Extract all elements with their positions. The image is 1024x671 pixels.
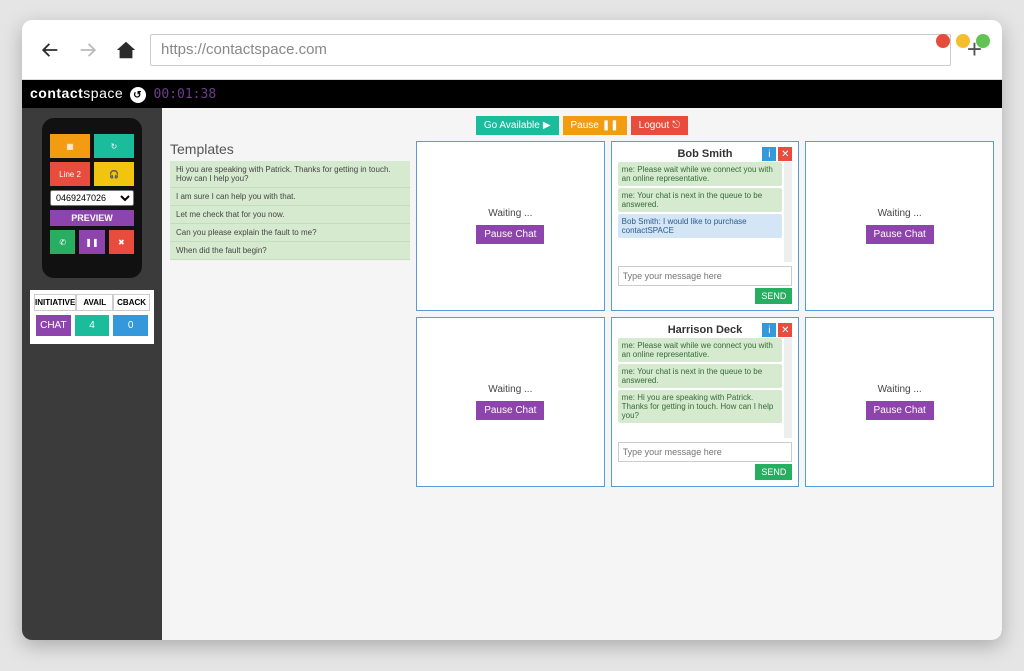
logo-badge-icon: ↺ (130, 87, 146, 103)
chat-slot-waiting: Waiting ... Pause Chat (416, 317, 605, 487)
info-icon[interactable]: i (762, 147, 776, 161)
softphone-widget: ▦ ↻ Line 2 🎧 0469247026 PREVIEW ✆ ❚❚ ✖ (42, 118, 142, 278)
chat-slot-active: Harrison Deck i✕me: Please wait while we … (611, 317, 800, 487)
chat-slot-active: Bob Smith i✕me: Please wait while we conn… (611, 141, 800, 311)
message-outgoing: me: Please wait while we connect you wit… (618, 162, 783, 186)
chat-slot-waiting: Waiting ... Pause Chat (416, 141, 605, 311)
browser-window: https://contactspace.com + contactspace … (22, 20, 1002, 640)
pause-chat-button[interactable]: Pause Chat (866, 225, 934, 244)
maximize-window-icon[interactable] (976, 34, 990, 48)
send-button[interactable]: SEND (755, 464, 792, 480)
status-toolbar: Go Available ▶ Pause ❚❚ Logout ⎋ (170, 116, 994, 135)
call-icon[interactable]: ✆ (50, 230, 75, 254)
stats-header-avail: AVAIL (76, 294, 113, 311)
go-available-button[interactable]: Go Available ▶ (476, 116, 559, 135)
pause-button[interactable]: Pause ❚❚ (563, 116, 627, 135)
stats-header-cback: CBACK (113, 294, 150, 311)
home-button[interactable] (112, 36, 140, 64)
window-traffic-lights (936, 34, 990, 48)
url-bar[interactable]: https://contactspace.com (150, 34, 951, 66)
send-button[interactable]: SEND (755, 288, 792, 304)
pause-icon[interactable]: ❚❚ (79, 230, 104, 254)
chat-contact-name: Bob Smith (677, 148, 732, 160)
preview-button[interactable]: PREVIEW (50, 210, 134, 226)
info-icon[interactable]: i (762, 323, 776, 337)
headset-icon[interactable]: 🎧 (94, 162, 134, 186)
waiting-label: Waiting ... (878, 208, 922, 219)
main-panel: Go Available ▶ Pause ❚❚ Logout ⎋ Templat… (162, 108, 1002, 640)
templates-panel: Templates Hi you are speaking with Patri… (170, 141, 410, 487)
hangup-icon[interactable]: ✖ (109, 230, 134, 254)
sidebar: ▦ ↻ Line 2 🎧 0469247026 PREVIEW ✆ ❚❚ ✖ (22, 108, 162, 640)
chat-messages[interactable]: me: Please wait while we connect you wit… (618, 338, 793, 438)
line-indicator[interactable]: Line 2 (50, 162, 90, 186)
app-header: contactspace ↺ 00:01:38 (22, 80, 1002, 108)
minimize-window-icon[interactable] (956, 34, 970, 48)
template-item[interactable]: Hi you are speaking with Patrick. Thanks… (170, 161, 410, 188)
chat-slot-waiting: Waiting ... Pause Chat (805, 141, 994, 311)
stat-initiative[interactable]: CHAT (36, 315, 71, 336)
template-item[interactable]: Let me check that for you now. (170, 206, 410, 224)
chat-messages[interactable]: me: Please wait while we connect you wit… (618, 162, 793, 262)
stats-card: INITIATIVE AVAIL CBACK CHAT 4 0 (30, 290, 154, 344)
logo-part-a: contact (30, 85, 83, 101)
template-item[interactable]: When did the fault begin? (170, 242, 410, 260)
message-outgoing: me: Your chat is next in the queue to be… (618, 364, 783, 388)
session-timer: 00:01:38 (154, 87, 217, 102)
pause-chat-button[interactable]: Pause Chat (866, 401, 934, 420)
message-outgoing: me: Your chat is next in the queue to be… (618, 188, 783, 212)
chat-text-input[interactable] (618, 442, 793, 462)
phone-number-select[interactable]: 0469247026 (50, 190, 134, 206)
logo-part-b: space (83, 85, 123, 101)
logout-button[interactable]: Logout ⎋ (631, 116, 689, 135)
pause-chat-button[interactable]: Pause Chat (476, 225, 544, 244)
chat-text-input[interactable] (618, 266, 793, 286)
message-incoming: Bob Smith: I would like to purchase cont… (618, 214, 783, 238)
browser-toolbar: https://contactspace.com + (22, 20, 1002, 80)
stats-header-initiative: INITIATIVE (34, 294, 76, 311)
template-item[interactable]: Can you please explain the fault to me? (170, 224, 410, 242)
stat-cback[interactable]: 0 (113, 315, 148, 336)
close-window-icon[interactable] (936, 34, 950, 48)
message-outgoing: me: Please wait while we connect you wit… (618, 338, 783, 362)
waiting-label: Waiting ... (488, 208, 532, 219)
brand-logo: contactspace ↺ (30, 85, 146, 104)
close-icon[interactable]: ✕ (778, 147, 792, 161)
forward-button[interactable] (74, 36, 102, 64)
dialpad-icon[interactable]: ▦ (50, 134, 90, 158)
waiting-label: Waiting ... (878, 384, 922, 395)
message-outgoing: me: Hi you are speaking with Patrick. Th… (618, 390, 783, 423)
refresh-icon[interactable]: ↻ (94, 134, 134, 158)
chat-contact-name: Harrison Deck (668, 324, 743, 336)
stat-avail[interactable]: 4 (75, 315, 110, 336)
close-icon[interactable]: ✕ (778, 323, 792, 337)
chat-grid: Waiting ...Pause ChatBob Smithi✕me: Plea… (416, 141, 994, 487)
chat-slot-waiting: Waiting ... Pause Chat (805, 317, 994, 487)
templates-title: Templates (170, 141, 410, 157)
template-item[interactable]: I am sure I can help you with that. (170, 188, 410, 206)
waiting-label: Waiting ... (488, 384, 532, 395)
pause-chat-button[interactable]: Pause Chat (476, 401, 544, 420)
back-button[interactable] (36, 36, 64, 64)
